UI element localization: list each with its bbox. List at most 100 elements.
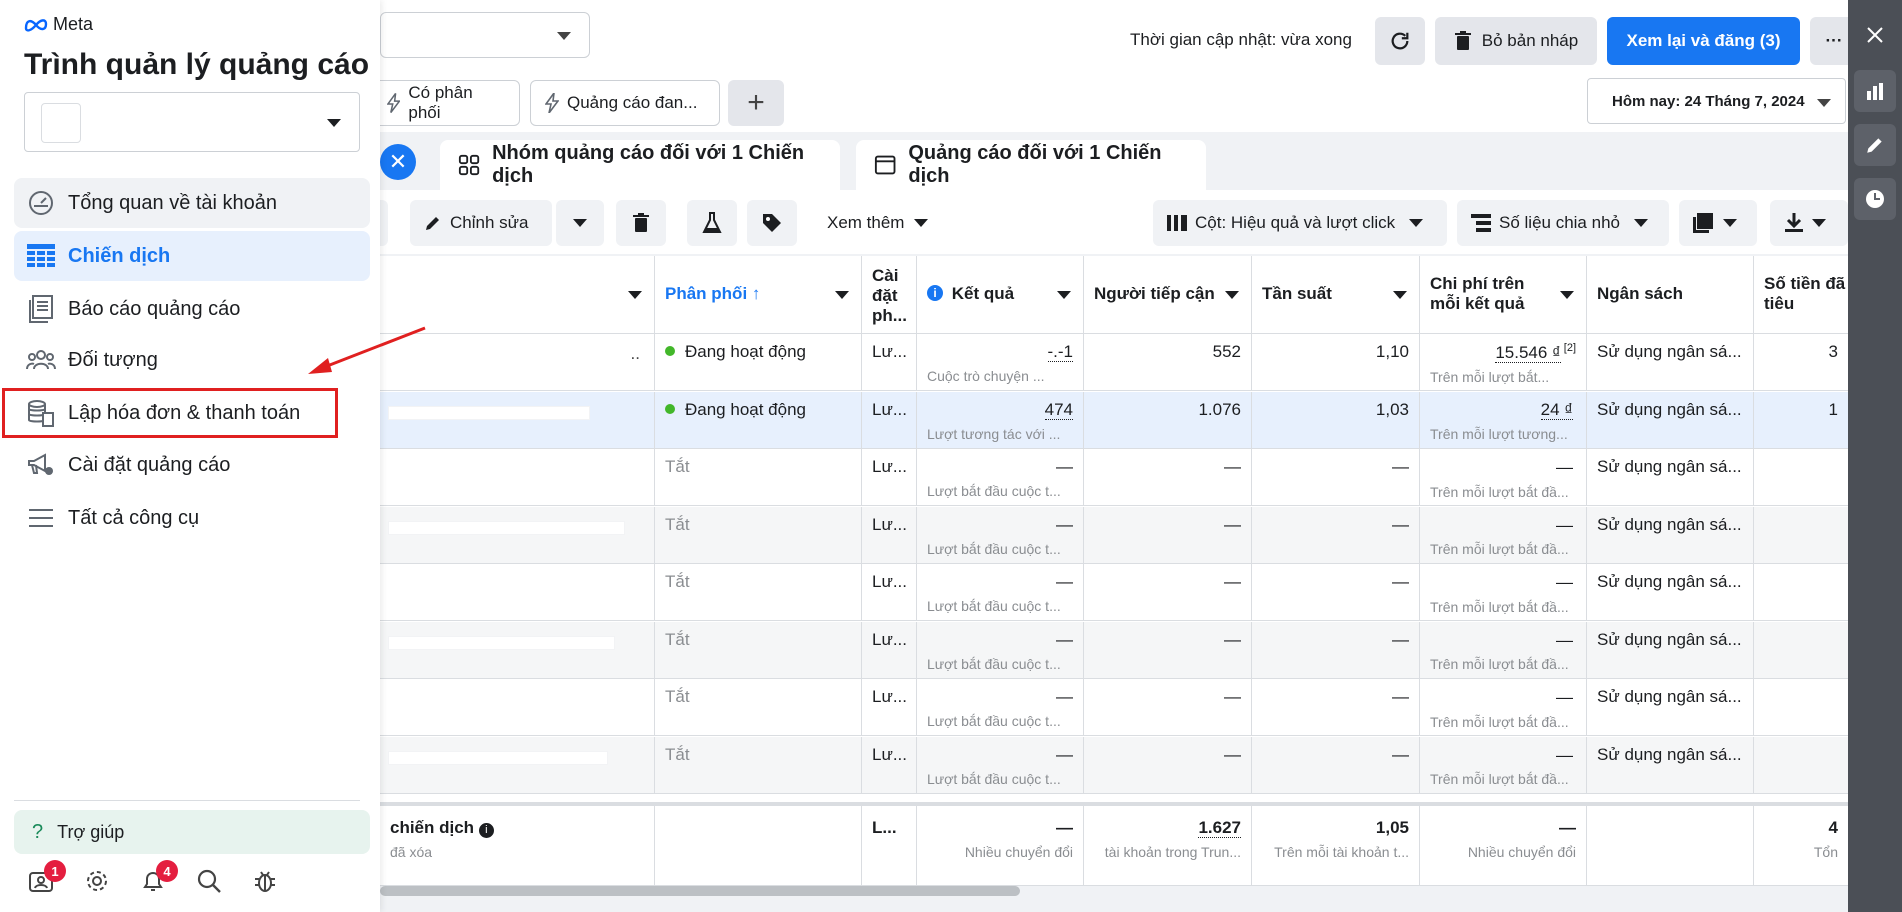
column-header-label: Người tiếp cận xyxy=(1094,284,1215,303)
column-header-delivery[interactable]: Phân phối ↑ xyxy=(655,256,862,334)
cell-delivery: Tắt xyxy=(655,506,862,564)
account-button[interactable]: 1 xyxy=(26,860,66,896)
cell-budget: Sử dụng ngân sá... xyxy=(1587,736,1754,794)
column-header-amount-spent[interactable]: Số tiền đã tiêu xyxy=(1754,256,1848,334)
history-panel-button[interactable] xyxy=(1854,178,1896,220)
column-header-reach[interactable]: Người tiếp cận xyxy=(1084,256,1252,334)
table-row[interactable]: Tắt Lư... — Lượt bắt đầu cuộc t... — — — Trên m… xyxy=(380,736,1848,794)
totals-budget-cell xyxy=(1587,806,1754,886)
cell-reach: — xyxy=(1084,564,1252,621)
ad-account-selector[interactable] xyxy=(24,92,360,152)
column-header-bid[interactable]: Cài đặt ph... xyxy=(862,256,917,334)
totals-cpr-cell: — Nhiều chuyển đổi xyxy=(1420,806,1587,886)
clear-selection-button[interactable]: ✕ xyxy=(380,144,416,180)
see-more-button[interactable]: Xem thêm xyxy=(815,200,940,246)
sidebar-item-campaigns[interactable]: Chiến dịch xyxy=(14,231,370,281)
tab-ads[interactable]: Quảng cáo đối với 1 Chiến dịch xyxy=(856,140,1206,190)
reach-value: 1.076 xyxy=(1198,399,1241,419)
help-button[interactable]: ? Trợ giúp xyxy=(14,810,370,854)
page-title: Trình quản lý quảng cáo xyxy=(24,48,370,81)
annotation-highlight-box xyxy=(2,388,338,438)
review-publish-button[interactable]: Xem lại và đăng (3) xyxy=(1607,17,1800,65)
delete-button[interactable] xyxy=(616,200,666,246)
cell-result: — Lượt bắt đầu cuộc t... xyxy=(917,506,1084,564)
question-icon: ? xyxy=(32,820,44,843)
horizontal-scrollbar[interactable] xyxy=(380,886,1020,896)
cpr-value: — xyxy=(1556,572,1573,592)
sidebar-item-ad-settings[interactable]: Cài đặt quảng cáo xyxy=(14,440,370,490)
totals-name: chiến dịch xyxy=(390,818,475,837)
meta-logo: Meta xyxy=(24,14,93,35)
reach-value: — xyxy=(1224,572,1241,591)
totals-reach-sub: tài khoản trong Trun... xyxy=(1104,844,1241,860)
totals-spent-sub: Tổn xyxy=(1813,844,1838,860)
table-row[interactable]: Đang hoạt động Lư... 474 Lượt tương tác với… xyxy=(380,391,1848,449)
cell-name xyxy=(380,564,655,621)
chevron-down-icon xyxy=(835,291,849,299)
refresh-button[interactable] xyxy=(1375,17,1425,65)
sidebar-item-account-overview[interactable]: Tổng quan về tài khoản xyxy=(14,178,370,228)
search-button[interactable] xyxy=(194,866,224,896)
column-header-frequency[interactable]: Tần suất xyxy=(1252,256,1420,334)
table-row[interactable]: Tắt Lư... — Lượt bắt đầu cuộc t... — — — Trên m… xyxy=(380,564,1848,621)
cell-reach: — xyxy=(1084,449,1252,506)
cell-result: — Lượt bắt đầu cuộc t... xyxy=(917,621,1084,679)
charts-panel-button[interactable] xyxy=(1854,70,1896,112)
freq-value: — xyxy=(1392,744,1409,764)
totals-bid-cell: L... xyxy=(862,806,917,886)
ab-test-button[interactable] xyxy=(687,200,737,246)
tab-adsets[interactable]: Nhóm quảng cáo đối với 1 Chiến dịch xyxy=(440,140,840,190)
filter-chip-delivery[interactable]: Có phân phối xyxy=(372,80,520,126)
table-row[interactable]: Tắt Lư... — Lượt bắt đầu cuộc t... — — — Trên m… xyxy=(380,506,1848,564)
cell-budget: Sử dụng ngân sá... xyxy=(1587,391,1754,449)
column-header-results[interactable]: i Kết quả xyxy=(917,256,1084,334)
breakdown-button[interactable]: Số liệu chia nhỏ xyxy=(1457,200,1669,246)
discard-draft-button[interactable]: Bỏ bản nháp xyxy=(1435,17,1597,65)
trash-icon xyxy=(633,213,649,232)
columns-button[interactable]: Cột: Hiệu quả và lượt click xyxy=(1153,200,1447,246)
add-filter-button[interactable]: + xyxy=(728,80,784,126)
filter-chip-ads[interactable]: Quảng cáo đan... xyxy=(530,80,720,126)
cell-cpr: — Trên mỗi lượt bắt đầ... xyxy=(1420,449,1587,506)
export-button[interactable] xyxy=(1770,200,1848,246)
tag-button[interactable] xyxy=(747,200,797,246)
sidebar-item-label: Đối tượng xyxy=(68,348,158,371)
budget-value: Sử dụng ngân sá... xyxy=(1597,572,1742,591)
column-header-budget[interactable]: Ngân sách xyxy=(1587,256,1754,334)
redacted-name-bar xyxy=(388,405,590,420)
table-row[interactable]: Tắt Lư... — Lượt bắt đầu cuộc t... — — — Trên m… xyxy=(380,621,1848,679)
pencil-icon xyxy=(1867,138,1882,153)
sidebar-item-all-tools[interactable]: Tất cả công cụ xyxy=(14,493,370,543)
cell-freq: — xyxy=(1252,621,1420,679)
edit-panel-button[interactable] xyxy=(1854,124,1896,166)
tab-adsets-label: Nhóm quảng cáo đối với 1 Chiến dịch xyxy=(492,142,805,187)
result-value: — xyxy=(1056,744,1073,764)
reach-value: — xyxy=(1224,457,1241,476)
account-dropdown[interactable] xyxy=(380,12,590,58)
cell-spent xyxy=(1754,564,1848,621)
table-row[interactable]: Tắt Lư... — Lượt bắt đầu cuộc t... — — — Trên m… xyxy=(380,679,1848,736)
cell-budget: Sử dụng ngân sá... xyxy=(1587,621,1754,679)
edit-dropdown-button[interactable] xyxy=(556,200,604,246)
totals-spent-cell: 4 Tổn xyxy=(1754,806,1848,886)
freq-value: — xyxy=(1392,457,1409,476)
cell-spent: 3 xyxy=(1754,334,1848,391)
report-bug-button[interactable] xyxy=(250,866,280,896)
meta-brand: Meta xyxy=(53,14,94,34)
notifications-button[interactable]: 4 xyxy=(138,860,178,896)
result-value: -.-1 xyxy=(1047,342,1073,362)
cpr-footnote: [2] xyxy=(1563,342,1576,354)
freq-value: 1,10 xyxy=(1375,342,1409,361)
table-row[interactable]: .. Đang hoạt động Lư... -.-1 Cuộc trò chuyện… xyxy=(380,334,1848,391)
cell-budget: Sử dụng ngân sá... xyxy=(1587,679,1754,736)
reach-value: — xyxy=(1224,687,1241,706)
edit-button[interactable]: Chỉnh sửa xyxy=(410,200,552,246)
table-row[interactable]: Tắt Lư... — Lượt bắt đầu cuộc t... — — — Trên m… xyxy=(380,449,1848,506)
date-range-picker[interactable]: Hôm nay: 24 Tháng 7, 2024 xyxy=(1587,78,1846,124)
reports-button[interactable] xyxy=(1679,200,1757,246)
settings-button[interactable] xyxy=(82,866,112,896)
megaphone-settings-icon xyxy=(26,452,56,478)
bid-value: Lư... xyxy=(872,572,908,591)
column-header-cost-per-result[interactable]: Chi phí trên mỗi kết quả xyxy=(1420,256,1587,334)
close-panel-button[interactable] xyxy=(1854,14,1896,56)
